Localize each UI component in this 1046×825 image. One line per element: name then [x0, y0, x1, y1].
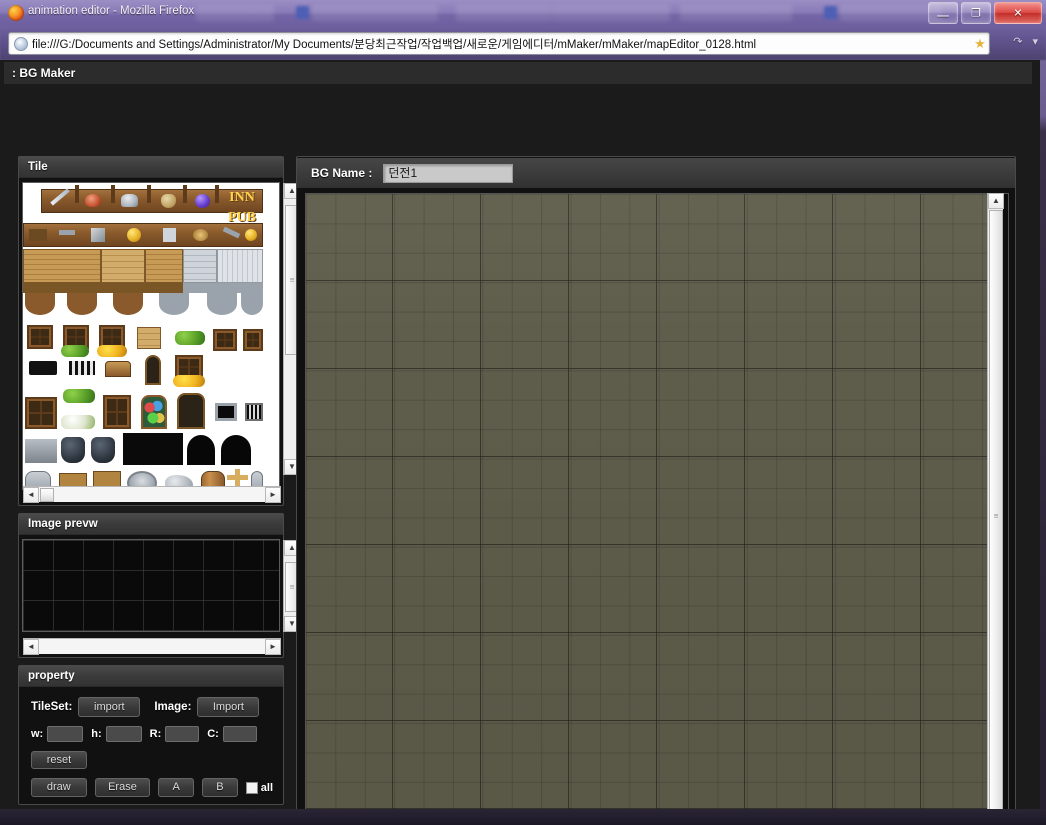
window-controls: — ❐ ✕: [928, 2, 1042, 24]
layer-a-button[interactable]: A: [158, 778, 195, 797]
reload-icon[interactable]: ↷: [1013, 35, 1022, 48]
image-import-button[interactable]: Import: [197, 697, 260, 717]
bg-name-row: BG Name : 던전1: [297, 158, 1015, 188]
all-checkbox[interactable]: [245, 781, 258, 794]
bg-name-input[interactable]: 던전1: [383, 163, 514, 183]
h-input[interactable]: [105, 726, 142, 742]
desktop-bottom-strip: [0, 809, 1046, 825]
maximize-button[interactable]: ❐: [961, 2, 991, 24]
tile-panel-header: Tile: [19, 157, 283, 178]
c-label: C:: [207, 728, 219, 740]
chevron-down-icon[interactable]: ▾: [1032, 35, 1038, 48]
navbar-extras: ↷ ▾: [1013, 35, 1038, 48]
firefox-icon: [8, 5, 24, 21]
tile-panel: Tile INN PUB ▲ ≡ ▼ ◄ ►: [18, 156, 300, 506]
draw-button[interactable]: draw: [31, 778, 87, 797]
bg-name-label: BG Name :: [311, 166, 373, 180]
layer-b-button[interactable]: B: [202, 778, 238, 797]
scroll-right-icon[interactable]: ►: [265, 639, 281, 655]
scroll-left-icon[interactable]: ◄: [23, 487, 39, 503]
scroll-right-icon[interactable]: ►: [265, 487, 281, 503]
scrollbar-grip-icon: ≡: [993, 511, 999, 521]
image-preview-panel: Image prevw ▲ ≡ ▼ ◄ ►: [18, 513, 300, 658]
tile-palette-viewport[interactable]: INN PUB: [22, 182, 280, 490]
preview-horizontal-scrollbar[interactable]: ◄ ►: [23, 638, 281, 655]
map-canvas-grid[interactable]: [306, 194, 994, 809]
reset-row: reset: [31, 751, 273, 769]
property-panel: property TileSet: import Image: Import w…: [18, 665, 284, 805]
import-row: TileSet: import Image: Import: [31, 697, 273, 717]
dimension-row: w: h: R: C:: [31, 726, 273, 742]
w-input[interactable]: [47, 726, 84, 742]
browser-titlebar: animation editor - Mozilla Firefox — ❐ ✕: [0, 0, 1046, 26]
map-panel: BG Name : 던전1 ▲ ≡ ▼ ◄ ≡: [296, 156, 1016, 809]
minimize-button[interactable]: —: [928, 2, 958, 24]
maximize-icon: ❐: [971, 6, 981, 20]
r-input[interactable]: [165, 726, 200, 742]
scroll-left-icon[interactable]: ◄: [23, 639, 39, 655]
preview-panel-header: Image prevw: [19, 514, 283, 535]
globe-icon: [14, 36, 28, 51]
tile-hscrollbar-thumb[interactable]: [40, 488, 54, 502]
c-input[interactable]: [222, 726, 257, 742]
close-icon: ✕: [1013, 6, 1023, 20]
page-content: : BG Maker Tile INN PUB ▲ ≡ ▼ ◄ ► Image …: [0, 60, 1040, 809]
image-preview-viewport[interactable]: [22, 539, 280, 632]
close-button[interactable]: ✕: [994, 2, 1042, 24]
property-panel-header: property: [19, 666, 283, 687]
map-canvas-viewport[interactable]: [305, 193, 1009, 809]
map-vertical-scrollbar[interactable]: ▲ ≡ ▼: [987, 193, 1004, 809]
tileset-image[interactable]: INN PUB: [23, 183, 263, 489]
w-label: w:: [31, 728, 44, 740]
preview-grid: [23, 540, 279, 631]
scroll-up-icon[interactable]: ▲: [988, 193, 1004, 209]
h-label: h:: [91, 728, 102, 740]
tileset-label: TileSet:: [31, 701, 73, 713]
map-vscrollbar-thumb[interactable]: ≡: [989, 210, 1003, 809]
url-text: file:///G:/Documents and Settings/Admini…: [32, 38, 757, 51]
tile-horizontal-scrollbar[interactable]: ◄ ►: [23, 486, 281, 503]
all-checkbox-label: all: [260, 781, 274, 794]
window-title: animation editor - Mozilla Firefox: [28, 5, 195, 17]
map-canvas-shading: [306, 194, 994, 809]
tileset-import-button[interactable]: import: [78, 697, 141, 717]
bookmark-star-icon[interactable]: ★: [971, 37, 989, 50]
image-label: Image:: [154, 701, 192, 713]
minimize-icon: —: [936, 8, 950, 24]
screen-root: animation editor - Mozilla Firefox — ❐ ✕…: [0, 0, 1046, 825]
erase-button[interactable]: Erase: [94, 778, 151, 797]
browser-navbar: file:///G:/Documents and Settings/Admini…: [0, 26, 1046, 60]
property-body: TileSet: import Image: Import w: h: R: C…: [19, 687, 283, 804]
tools-row: draw Erase A B all: [31, 778, 273, 797]
page-title: : BG Maker: [4, 62, 1032, 84]
reset-button[interactable]: reset: [31, 751, 87, 769]
r-label: R:: [149, 728, 162, 740]
url-bar[interactable]: file:///G:/Documents and Settings/Admini…: [8, 32, 990, 55]
